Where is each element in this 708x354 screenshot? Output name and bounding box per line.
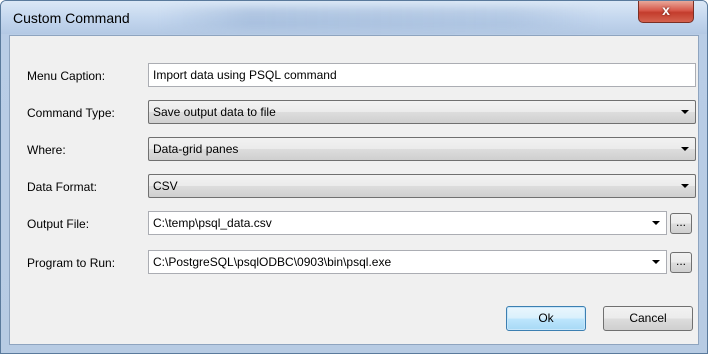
window-title: Custom Command [13,10,130,26]
command-type-value: Save output data to file [153,105,276,119]
program-to-run-value: C:\PostgreSQL\psqlODBC\0903\bin\psql.exe [153,255,392,269]
title-bar[interactable]: Custom Command [1,1,707,34]
chevron-down-icon[interactable] [652,221,660,225]
ok-button[interactable]: Ok [506,306,586,331]
chevron-down-icon[interactable] [652,260,660,264]
cancel-button[interactable]: Cancel [603,306,693,331]
title-bar-background-blur [161,7,601,29]
command-type-label: Command Type: [27,106,115,120]
where-dropdown[interactable]: Data-grid panes [148,137,696,161]
close-button[interactable]: x [638,1,694,23]
data-format-value: CSV [153,179,178,193]
program-to-run-browse-button[interactable]: ... [670,252,692,273]
where-value: Data-grid panes [153,142,239,156]
chevron-down-icon [681,147,689,151]
output-file-combo[interactable]: C:\temp\psql_data.csv [148,211,667,235]
chevron-down-icon [681,110,689,114]
dialog-body: Menu Caption: Import data using PSQL com… [9,35,699,345]
output-file-browse-button[interactable]: ... [670,213,692,234]
data-format-label: Data Format: [27,180,98,194]
output-file-value: C:\temp\psql_data.csv [153,216,272,230]
where-label: Where: [27,143,66,157]
menu-caption-input[interactable]: Import data using PSQL command [148,63,696,87]
command-type-dropdown[interactable]: Save output data to file [148,100,696,124]
output-file-label: Output File: [27,217,90,231]
custom-command-dialog: Custom Command x Menu Caption: Import da… [0,0,708,354]
data-format-dropdown[interactable]: CSV [148,174,696,198]
program-to-run-combo[interactable]: C:\PostgreSQL\psqlODBC\0903\bin\psql.exe [148,250,667,274]
menu-caption-label: Menu Caption: [27,69,106,83]
close-icon: x [662,2,670,18]
program-to-run-label: Program to Run: [27,256,116,270]
chevron-down-icon [681,184,689,188]
